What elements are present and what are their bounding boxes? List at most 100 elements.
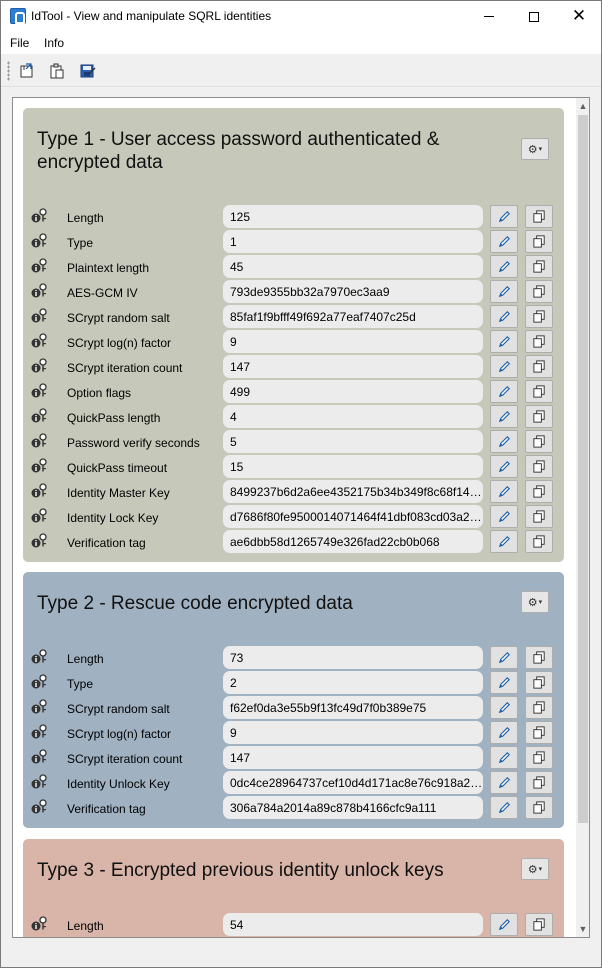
field-info-icon[interactable]: [31, 649, 49, 665]
close-button[interactable]: ✕: [556, 1, 602, 32]
field-info-icon[interactable]: [31, 458, 49, 474]
copy-field-button[interactable]: [525, 355, 553, 378]
field-value[interactable]: 5: [223, 430, 483, 453]
field-info-icon[interactable]: [31, 674, 49, 690]
type2-options-button[interactable]: ⚙ ▾: [521, 591, 549, 613]
copy-field-button[interactable]: [525, 671, 553, 694]
field-value[interactable]: 85faf1f9bfff49f692a77eaf7407c25d: [223, 305, 483, 328]
edit-field-button[interactable]: [490, 305, 518, 328]
field-value[interactable]: f62ef0da3e55b9f13fc49d7f0b389e75: [223, 696, 483, 719]
edit-field-button[interactable]: [490, 405, 518, 428]
edit-field-button[interactable]: [490, 646, 518, 669]
field-value[interactable]: ae6dbb58d1265749e326fad22cb0b068: [223, 530, 483, 553]
menu-info[interactable]: Info: [44, 36, 64, 50]
type3-options-button[interactable]: ⚙ ▾: [521, 858, 549, 880]
menu-file[interactable]: File: [10, 36, 29, 50]
copy-field-button[interactable]: [525, 305, 553, 328]
edit-field-button[interactable]: [490, 746, 518, 769]
edit-field-button[interactable]: [490, 530, 518, 553]
field-value[interactable]: 499: [223, 380, 483, 403]
identity-scroll-panel[interactable]: Type 1 - User access password authentica…: [12, 97, 590, 938]
copy-field-button[interactable]: [525, 505, 553, 528]
paste-button[interactable]: [46, 61, 68, 81]
edit-field-button[interactable]: [490, 771, 518, 794]
field-value[interactable]: 9: [223, 721, 483, 744]
edit-field-button[interactable]: [490, 330, 518, 353]
field-value[interactable]: 2: [223, 671, 483, 694]
field-info-icon[interactable]: [31, 749, 49, 765]
title-bar[interactable]: IdTool - View and manipulate SQRL identi…: [1, 1, 601, 32]
field-info-icon[interactable]: [31, 533, 49, 549]
field-value[interactable]: d7686f80fe9500014071464f41dbf083cd03a297…: [223, 505, 483, 528]
edit-field-button[interactable]: [490, 721, 518, 744]
field-value[interactable]: 147: [223, 355, 483, 378]
copy-field-button[interactable]: [525, 255, 553, 278]
minimize-button[interactable]: [466, 1, 512, 32]
copy-field-button[interactable]: [525, 455, 553, 478]
field-value[interactable]: 125: [223, 205, 483, 228]
edit-field-button[interactable]: [490, 696, 518, 719]
copy-field-button[interactable]: [525, 330, 553, 353]
copy-field-button[interactable]: [525, 796, 553, 819]
field-value[interactable]: 73: [223, 646, 483, 669]
edit-field-button[interactable]: [490, 480, 518, 503]
field-info-icon[interactable]: [31, 799, 49, 815]
toolbar-grip[interactable]: [7, 61, 10, 81]
copy-field-button[interactable]: [525, 746, 553, 769]
field-value[interactable]: 54: [223, 913, 483, 936]
field-info-icon[interactable]: [31, 916, 49, 932]
copy-field-button[interactable]: [525, 380, 553, 403]
field-info-icon[interactable]: [31, 408, 49, 424]
field-value[interactable]: 8499237b6d2a6ee4352175b34b349f8c68f14d51…: [223, 480, 483, 503]
edit-field-button[interactable]: [490, 255, 518, 278]
scrollbar-thumb[interactable]: [578, 115, 588, 823]
copy-field-button[interactable]: [525, 721, 553, 744]
field-info-icon[interactable]: [31, 283, 49, 299]
edit-field-button[interactable]: [490, 430, 518, 453]
edit-field-button[interactable]: [490, 230, 518, 253]
edit-field-button[interactable]: [490, 671, 518, 694]
copy-field-button[interactable]: [525, 230, 553, 253]
field-value[interactable]: 793de9355bb32a7970ec3aa9: [223, 280, 483, 303]
scroll-down-arrow-icon[interactable]: ▼: [576, 922, 589, 936]
edit-field-button[interactable]: [490, 205, 518, 228]
field-info-icon[interactable]: [31, 699, 49, 715]
edit-field-button[interactable]: [490, 455, 518, 478]
copy-field-button[interactable]: [525, 530, 553, 553]
edit-field-button[interactable]: [490, 796, 518, 819]
open-identity-button[interactable]: [16, 61, 38, 81]
edit-field-button[interactable]: [490, 355, 518, 378]
copy-field-button[interactable]: [525, 280, 553, 303]
vertical-scrollbar[interactable]: ▲ ▼: [576, 98, 589, 937]
field-info-icon[interactable]: [31, 483, 49, 499]
field-value[interactable]: 9: [223, 330, 483, 353]
copy-field-button[interactable]: [525, 696, 553, 719]
edit-field-button[interactable]: [490, 913, 518, 936]
copy-field-button[interactable]: [525, 205, 553, 228]
type1-options-button[interactable]: ⚙ ▾: [521, 138, 549, 160]
field-value[interactable]: 306a784a2014a89c878b4166cfc9a111: [223, 796, 483, 819]
field-info-icon[interactable]: [31, 774, 49, 790]
field-info-icon[interactable]: [31, 508, 49, 524]
scroll-up-arrow-icon[interactable]: ▲: [576, 99, 589, 113]
field-info-icon[interactable]: [31, 258, 49, 274]
copy-field-button[interactable]: [525, 480, 553, 503]
copy-field-button[interactable]: [525, 405, 553, 428]
edit-field-button[interactable]: [490, 380, 518, 403]
field-value[interactable]: 1: [223, 230, 483, 253]
edit-field-button[interactable]: [490, 505, 518, 528]
field-value[interactable]: 147: [223, 746, 483, 769]
field-value[interactable]: 4: [223, 405, 483, 428]
field-info-icon[interactable]: [31, 358, 49, 374]
field-info-icon[interactable]: [31, 724, 49, 740]
field-info-icon[interactable]: [31, 208, 49, 224]
field-value[interactable]: 0dc4ce28964737cef10d4d171ac8e76c918a249c…: [223, 771, 483, 794]
copy-field-button[interactable]: [525, 771, 553, 794]
copy-field-button[interactable]: [525, 646, 553, 669]
field-value[interactable]: 45: [223, 255, 483, 278]
maximize-button[interactable]: [511, 1, 557, 32]
field-info-icon[interactable]: [31, 433, 49, 449]
copy-field-button[interactable]: [525, 913, 553, 936]
field-info-icon[interactable]: [31, 233, 49, 249]
save-button[interactable]: [77, 61, 99, 81]
